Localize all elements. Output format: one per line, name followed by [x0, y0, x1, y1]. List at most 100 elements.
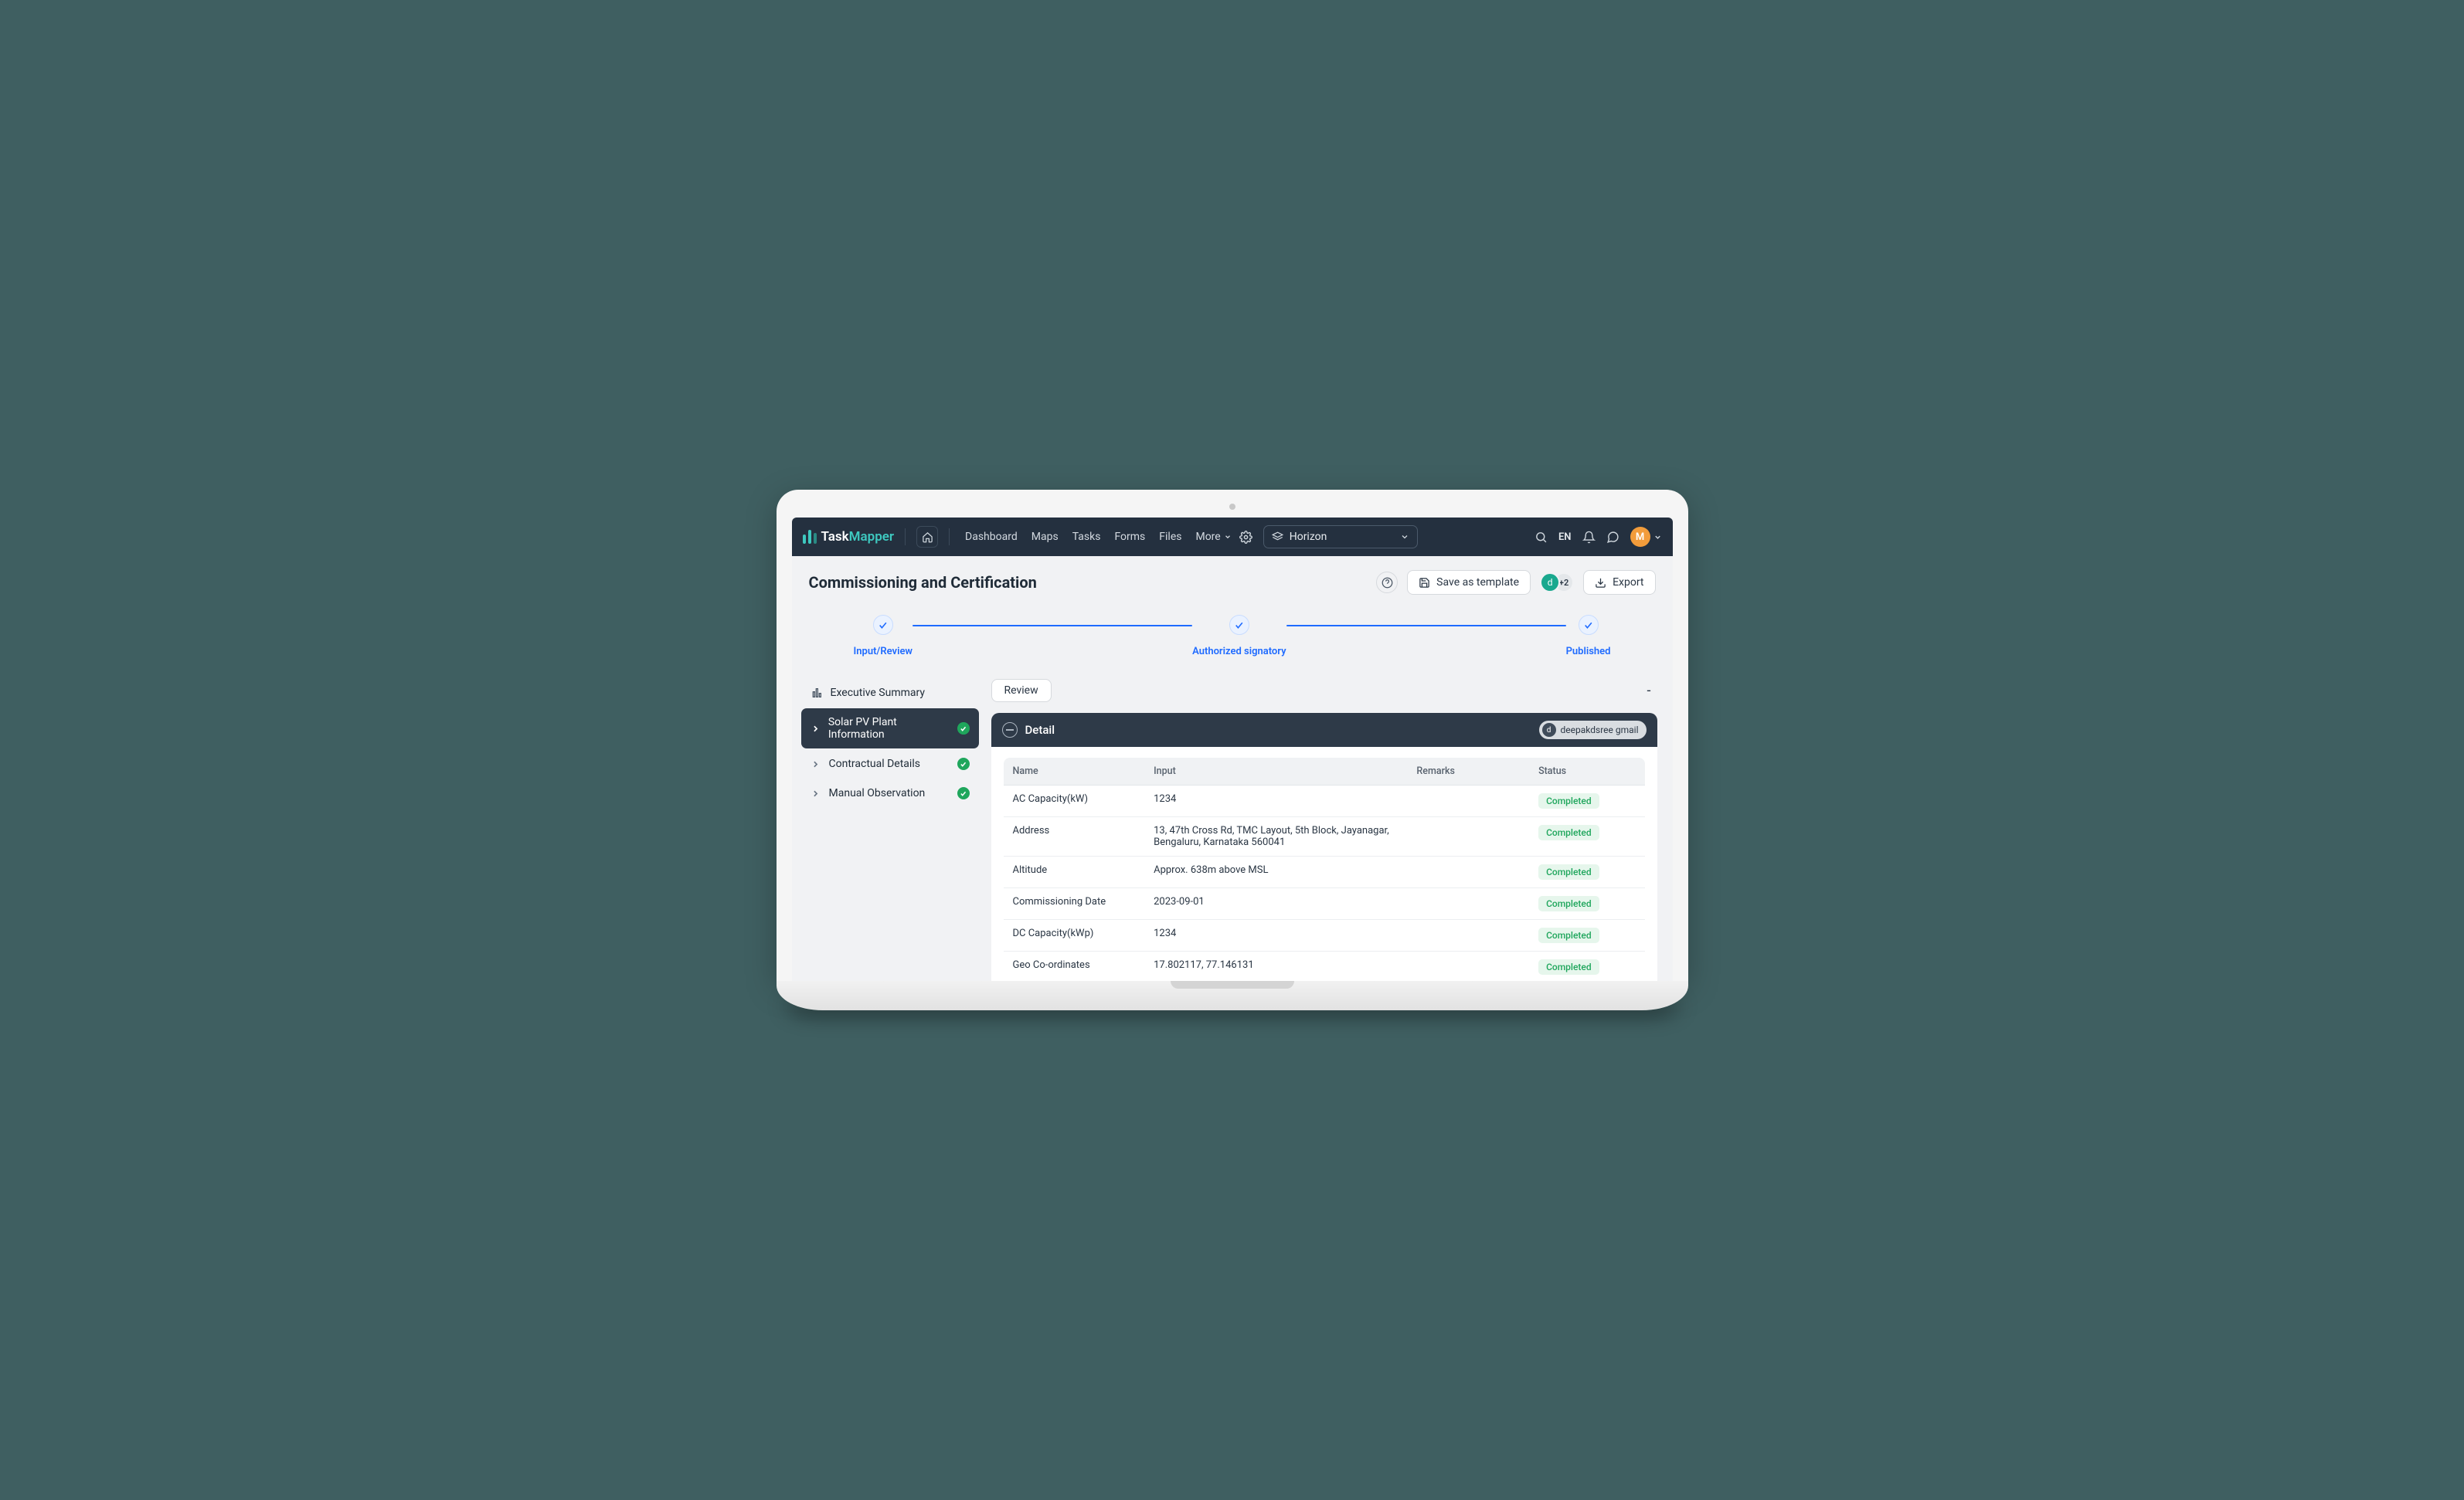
col-remarks: Remarks [1407, 758, 1529, 786]
home-button[interactable] [916, 526, 938, 548]
review-button[interactable]: Review [991, 679, 1052, 702]
step-authorized-signatory[interactable]: Authorized signatory [1192, 615, 1286, 657]
nav-dashboard[interactable]: Dashboard [965, 531, 1018, 543]
camera-dot [1229, 504, 1235, 510]
table-row[interactable]: Address13, 47th Cross Rd, TMC Layout, 5t… [1004, 817, 1645, 857]
help-button[interactable] [1376, 572, 1398, 593]
bell-icon [1582, 531, 1596, 544]
nav-tasks[interactable]: Tasks [1072, 531, 1101, 543]
nav-links: Dashboard Maps Tasks Forms Files More [965, 531, 1232, 543]
cell-input: 13, 47th Cross Rd, TMC Layout, 5th Block… [1144, 817, 1407, 857]
nav-files[interactable]: Files [1159, 531, 1181, 543]
main-panel: Review - Detail d [991, 679, 1657, 981]
sidebar-item-manual-observation[interactable]: Manual Observation [801, 779, 979, 807]
brand-bars-icon [803, 530, 817, 544]
search-button[interactable] [1534, 531, 1548, 544]
notifications-button[interactable] [1582, 531, 1596, 544]
sidebar-item-label: Executive Summary [831, 687, 926, 699]
assignee-pill[interactable]: d deepakdsree gmail [1539, 721, 1647, 739]
check-icon [1583, 620, 1593, 630]
step-published[interactable]: Published [1566, 615, 1611, 657]
section-sidebar: Executive Summary Solar PV Plant Informa… [801, 679, 979, 981]
chevron-right-icon [811, 724, 821, 734]
help-icon [1382, 577, 1393, 589]
app-screen: TaskMapper Dashboard Maps Tasks Forms Fi… [792, 518, 1673, 981]
cell-input: 17.802117, 77.146131 [1144, 952, 1407, 982]
collapse-dash[interactable]: - [1647, 683, 1657, 699]
step-input-review[interactable]: Input/Review [854, 615, 913, 657]
sidebar-item-executive-summary[interactable]: Executive Summary [801, 679, 979, 707]
sidebar-item-contractual[interactable]: Contractual Details [801, 750, 979, 778]
home-icon [922, 531, 933, 543]
cell-name: Geo Co-ordinates [1004, 952, 1145, 982]
save-template-label: Save as template [1436, 576, 1519, 589]
table-row[interactable]: Geo Co-ordinates17.802117, 77.146131 Comp… [1004, 952, 1645, 982]
detail-card: Detail d deepakdsree gmail [991, 713, 1657, 981]
collapse-toggle[interactable] [1002, 722, 1018, 738]
step-label: Input/Review [854, 646, 913, 657]
brand-logo[interactable]: TaskMapper [803, 529, 895, 545]
status-chip: Completed [1538, 825, 1599, 840]
chat-icon [1606, 531, 1619, 544]
collab-avatar: d [1540, 572, 1560, 592]
download-icon [1595, 577, 1606, 589]
table-row[interactable]: AC Capacity(kW)1234Completed [1004, 786, 1645, 817]
cell-name: Commissioning Date [1004, 888, 1145, 920]
chart-icon [811, 687, 823, 699]
user-avatar: M [1630, 527, 1650, 547]
cell-remarks [1407, 817, 1529, 857]
cell-status: Completed [1529, 817, 1644, 857]
step-track [1286, 625, 1566, 626]
check-icon [878, 620, 888, 630]
divider [905, 528, 906, 545]
check-badge-icon [957, 787, 970, 799]
review-label: Review [1004, 684, 1038, 697]
chat-button[interactable] [1606, 531, 1619, 544]
cell-remarks [1407, 920, 1529, 952]
gear-icon [1239, 531, 1252, 544]
cell-name: AC Capacity(kW) [1004, 786, 1145, 817]
cell-name: DC Capacity(kWp) [1004, 920, 1145, 952]
brand-text-1: Task [821, 529, 849, 545]
collaborators[interactable]: d +2 [1540, 572, 1574, 592]
save-template-button[interactable]: Save as template [1407, 570, 1531, 595]
search-icon [1534, 531, 1548, 544]
laptop-mockup: TaskMapper Dashboard Maps Tasks Forms Fi… [777, 490, 1688, 1010]
detail-title: Detail [1025, 723, 1055, 737]
check-icon [1234, 620, 1244, 630]
chevron-down-icon [1653, 533, 1662, 541]
workflow-stepper: Input/Review Authorized signatory Publis… [792, 609, 1673, 679]
settings-button[interactable] [1239, 531, 1252, 544]
step-label: Published [1566, 646, 1611, 657]
status-chip: Completed [1538, 864, 1599, 880]
cell-name: Address [1004, 817, 1145, 857]
project-selector-value: Horizon [1290, 531, 1394, 543]
sidebar-item-label: Manual Observation [829, 787, 926, 799]
cell-remarks [1407, 857, 1529, 888]
status-chip: Completed [1538, 896, 1599, 911]
sidebar-item-label: Solar PV Plant Information [828, 716, 950, 741]
project-selector[interactable]: Horizon [1263, 525, 1418, 548]
cell-status: Completed [1529, 952, 1644, 982]
cell-status: Completed [1529, 920, 1644, 952]
user-menu[interactable]: M [1630, 527, 1662, 547]
nav-more[interactable]: More [1195, 531, 1231, 543]
layers-icon [1272, 531, 1283, 543]
cell-status: Completed [1529, 857, 1644, 888]
chevron-right-icon [811, 759, 821, 769]
table-row[interactable]: AltitudeApprox. 638m above MSLCompleted [1004, 857, 1645, 888]
top-nav: TaskMapper Dashboard Maps Tasks Forms Fi… [792, 518, 1673, 556]
col-name: Name [1004, 758, 1145, 786]
language-toggle[interactable]: EN [1558, 531, 1572, 543]
save-icon [1419, 577, 1430, 589]
chevron-down-icon [1400, 532, 1409, 541]
table-row[interactable]: Commissioning Date2023-09-01Completed [1004, 888, 1645, 920]
nav-maps[interactable]: Maps [1031, 531, 1059, 543]
cell-input: Approx. 638m above MSL [1144, 857, 1407, 888]
chevron-right-icon [811, 789, 821, 799]
nav-forms[interactable]: Forms [1114, 531, 1145, 543]
export-button[interactable]: Export [1583, 570, 1655, 595]
table-row[interactable]: DC Capacity(kWp)1234Completed [1004, 920, 1645, 952]
col-input: Input [1144, 758, 1407, 786]
sidebar-item-solar-pv[interactable]: Solar PV Plant Information [801, 708, 979, 748]
